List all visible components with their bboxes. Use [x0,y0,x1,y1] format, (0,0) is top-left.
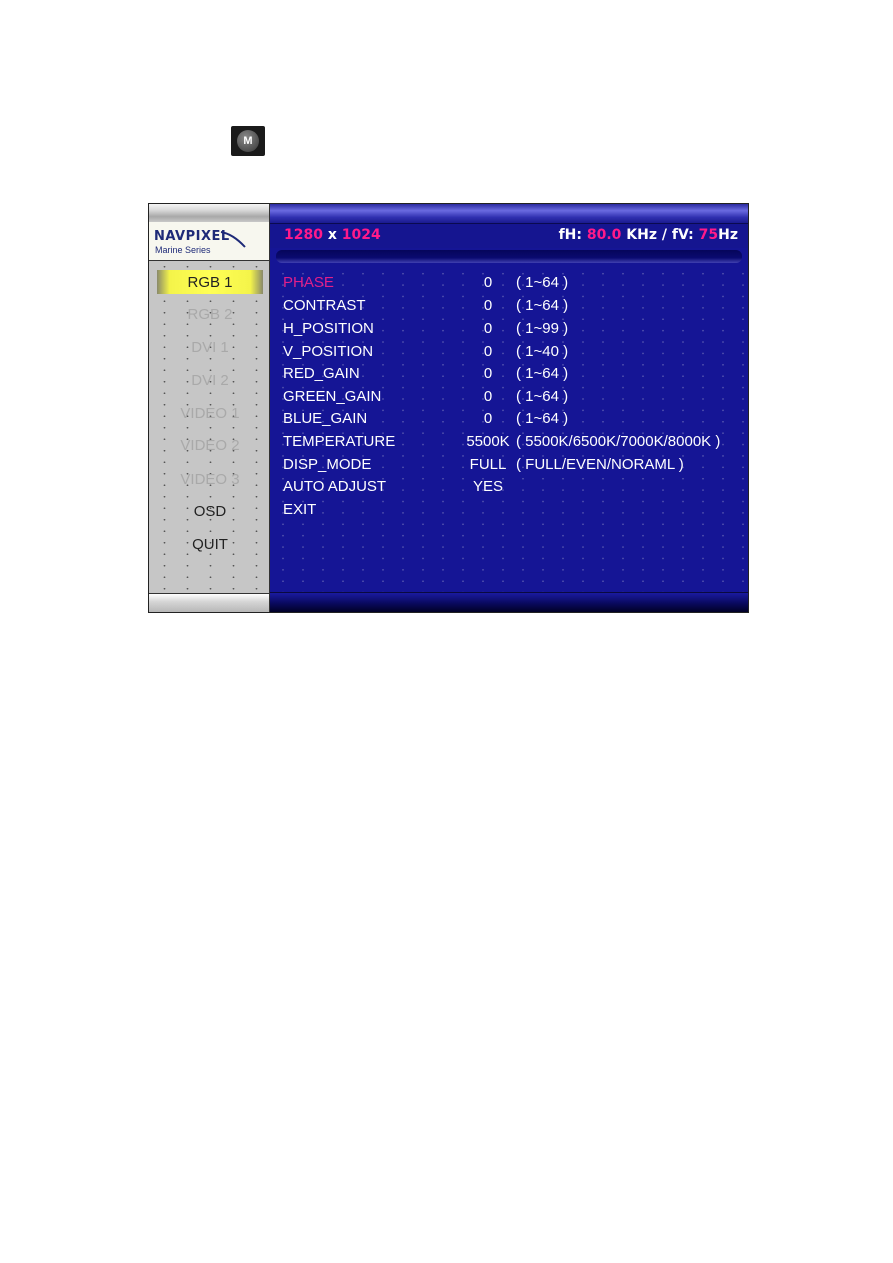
header-slot-divider [276,250,742,263]
setting-label: TEMPERATURE [283,433,396,450]
left-bottom-bar [149,593,269,612]
source-item-rgb2: RGB 2 [187,305,233,323]
setting-row-green-gain[interactable]: GREEN_GAIN 0 ( 1~64 ) [283,386,743,408]
left-top-bar [149,204,269,222]
setting-range: ( 1~64 ) [516,297,569,314]
signal-info-header: 1280 x 1024 fH: 80.0 KHz / fV: 75Hz [270,224,748,248]
source-item-quit[interactable]: QUIT [157,532,263,556]
setting-range: ( 1~99 ) [516,320,569,337]
setting-range: ( 1~40 ) [516,343,569,360]
setting-row-exit[interactable]: EXIT [283,499,743,521]
setting-label: GREEN_GAIN [283,388,382,405]
setting-label: CONTRAST [283,297,366,314]
frequency-readout: fH: 80.0 KHz / fV: 75Hz [558,227,738,243]
right-top-bar [270,204,748,224]
menu-m-icon: M [237,130,259,152]
logo-swoosh-icon [220,231,246,248]
setting-row-contrast[interactable]: CONTRAST 0 ( 1~64 ) [283,295,743,317]
source-item-osd[interactable]: OSD [157,499,263,523]
navpixel-logo: NAVPIXEL Marine Series [149,222,269,261]
source-item-video1: VIDEO 1 [180,404,240,422]
setting-row-blue-gain[interactable]: BLUE_GAIN 0 ( 1~64 ) [283,408,743,430]
setting-row-auto-adjust[interactable]: AUTO ADJUST YES [283,476,743,498]
setting-row-temperature[interactable]: TEMPERATURE 5500K ( 5500K/6500K/7000K/80… [283,431,743,453]
setting-range: ( FULL/EVEN/NORAML ) [516,456,684,473]
setting-value: YES [472,478,503,495]
setting-label: H_POSITION [283,320,374,337]
source-item-dvi1: DVI 1 [191,338,229,356]
source-panel: NAVPIXEL Marine Series RGB 1 RGB 2 DVI 1… [149,204,270,612]
setting-range: ( 1~64 ) [516,410,569,427]
source-item-dvi2: DVI 2 [191,371,229,389]
right-bottom-bar [270,592,748,612]
setting-label: PHASE [283,274,334,291]
menu-button[interactable]: M [231,126,265,156]
setting-range: ( 5500K/6500K/7000K/8000K ) [516,433,721,450]
source-item-rgb1[interactable]: RGB 1 [157,270,263,294]
setting-label: DISP_MODE [283,456,372,473]
setting-range: ( 1~64 ) [516,274,569,291]
source-item-video3: VIDEO 3 [180,470,240,488]
setting-row-v-position[interactable]: V_POSITION 0 ( 1~40 ) [283,341,743,363]
setting-range: ( 1~64 ) [516,365,569,382]
setting-label: BLUE_GAIN [283,410,368,427]
setting-row-h-position[interactable]: H_POSITION 0 ( 1~99 ) [283,318,743,340]
settings-panel: 1280 x 1024 fH: 80.0 KHz / fV: 75Hz PHAS… [270,204,748,612]
resolution-readout: 1280 x 1024 [284,227,381,243]
setting-label: RED_GAIN [283,365,360,382]
setting-label: EXIT [283,501,317,518]
setting-range: ( 1~64 ) [516,388,569,405]
osd-window: NAVPIXEL Marine Series RGB 1 RGB 2 DVI 1… [148,203,749,613]
setting-row-phase[interactable]: PHASE 0 ( 1~64 ) [283,272,743,294]
setting-label: AUTO ADJUST [283,478,387,495]
setting-row-disp-mode[interactable]: DISP_MODE FULL ( FULL/EVEN/NORAML ) [283,454,743,476]
settings-list: PHASE 0 ( 1~64 ) CONTRAST 0 ( 1~64 ) H_P… [270,266,748,592]
source-item-video2: VIDEO 2 [180,436,240,454]
logo-subtitle: Marine Series [155,245,211,255]
setting-label: V_POSITION [283,343,374,360]
setting-row-red-gain[interactable]: RED_GAIN 0 ( 1~64 ) [283,363,743,385]
source-list: RGB 1 RGB 2 DVI 1 DVI 2 VIDEO 1 VIDEO 2 … [149,261,269,593]
